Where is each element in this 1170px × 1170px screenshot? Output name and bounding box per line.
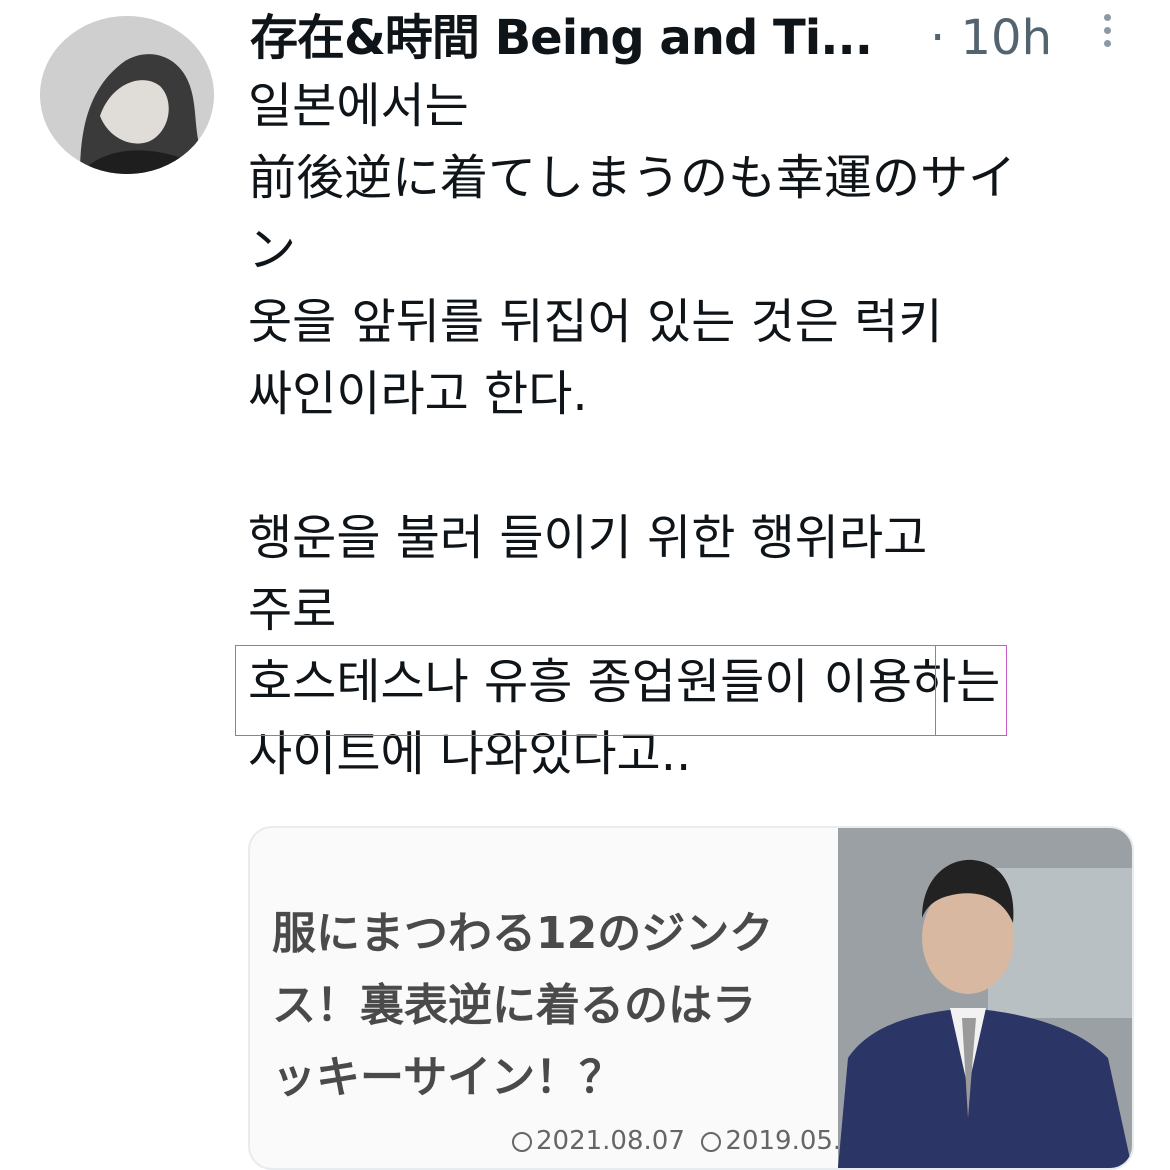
tweet-header: 存在&時間 Being and Ti... · 10h	[250, 8, 1150, 68]
update-icon	[512, 1132, 532, 1152]
card-title-line: ッキーサイン！？	[272, 1052, 624, 1103]
link-preview-card[interactable]: 服にまつわる12のジンク ス！裏表逆に着るのはラ ッキーサイン！？ 2021.0…	[248, 826, 1134, 1170]
card-title-line: ス！裏表逆に着るのはラ	[272, 980, 756, 1031]
card-title-line: 服にまつわる12のジンク	[272, 908, 774, 959]
timestamp[interactable]: · 10h	[930, 8, 1052, 68]
card-title: 服にまつわる12のジンク ス！裏表逆に着るのはラ ッキーサイン！？	[272, 898, 832, 1114]
tweet-line: 싸인이라고 한다.	[248, 366, 588, 422]
tweet-line: ン	[248, 222, 297, 278]
more-vertical-icon[interactable]	[1100, 10, 1114, 54]
tweet-text: 일본에서는 前後逆に着てしまうのも幸運のサイ ン 옷을 앞뒤를 뒤집어 있는 것…	[248, 70, 1148, 790]
card-meta: 2021.08.07 2019.05.	[512, 1126, 841, 1156]
tweet-line: 사이트에 나와있다고..	[248, 726, 692, 782]
avatar[interactable]	[40, 16, 214, 174]
card-photo	[838, 828, 1132, 1168]
tweet-line: 일본에서는	[248, 78, 469, 134]
tweet-line: 前後逆に着てしまうのも幸運のサイ	[248, 150, 1017, 206]
tweet-line: 옷을 앞뒤를 뒤집어 있는 것은 럭키	[248, 294, 943, 350]
tweet-line: 호스테스나 유흥 종업원들이 이용하는	[248, 654, 1001, 710]
tweet-line: 행운을 불러 들이기 위한 행위라고	[248, 510, 928, 566]
tweet-line	[248, 430, 1148, 502]
tweet-line: 주로	[248, 582, 337, 638]
updated-date: 2021.08.07	[536, 1126, 685, 1156]
author-name[interactable]: 存在&時間 Being and Ti...	[250, 8, 873, 68]
clock-icon	[701, 1132, 722, 1152]
published-date: 2019.05.	[725, 1126, 842, 1156]
profile-photo	[40, 16, 214, 174]
